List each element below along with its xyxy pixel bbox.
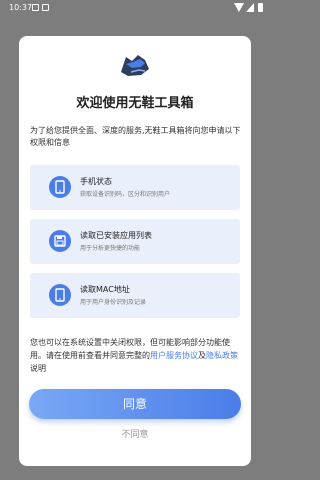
shoe-logo-icon (121, 55, 149, 76)
signal-icon (246, 3, 254, 12)
user-agreement-link[interactable]: 用户服务协议 (150, 351, 198, 360)
permission-title: 读取已安装应用列表 (80, 231, 152, 240)
save-icon (49, 230, 71, 252)
status-time: 10:37 (9, 3, 33, 12)
permission-item-phone-state: 手机状态 获取设备识别码，区分和识别用户 (30, 165, 240, 210)
dialog-title: 欢迎使用无鞋工具箱 (76, 96, 194, 111)
footer-text-2: 说明 (30, 364, 46, 373)
permission-item-installed-apps: 读取已安装应用列表 用于分析更快捷的功能 (30, 219, 240, 264)
permission-title: 读取MAC地址 (80, 285, 130, 294)
permission-desc: 用于用户身份识别及记录 (80, 299, 147, 306)
status-bar: 10:37 (0, 0, 270, 16)
wifi-icon (234, 3, 244, 12)
notification-icon (32, 4, 39, 11)
notification-icon (42, 4, 49, 11)
permission-desc: 用于分析更快捷的功能 (80, 245, 141, 252)
intro-text: 为了给您提供全面、深度的服务,无鞋工具箱将向您申请以下权限和信息 (30, 126, 241, 147)
permission-title: 手机状态 (80, 177, 112, 186)
app-logo (118, 48, 152, 82)
permission-dialog: 欢迎使用无鞋工具箱 为了给您提供全面、深度的服务,无鞋工具箱将向您申请以下权限和… (19, 36, 251, 466)
footer-connector: 及 (198, 351, 206, 360)
disagree-button[interactable]: 不同意 (19, 427, 251, 440)
permission-item-mac-address: 读取MAC地址 用于用户身份识别及记录 (30, 273, 240, 318)
permission-desc: 获取设备识别码，区分和识别用户 (80, 191, 171, 198)
phone-icon (49, 176, 71, 198)
footer-notice: 您也可以在系统设置中关闭权限，但可能影响部分功能使用。请在使用前查看并同意完整的… (30, 336, 242, 375)
privacy-policy-link[interactable]: 隐私政策 (206, 351, 238, 360)
agree-button[interactable]: 同意 (29, 389, 241, 419)
phone-icon (49, 284, 71, 306)
battery-icon (258, 3, 263, 12)
